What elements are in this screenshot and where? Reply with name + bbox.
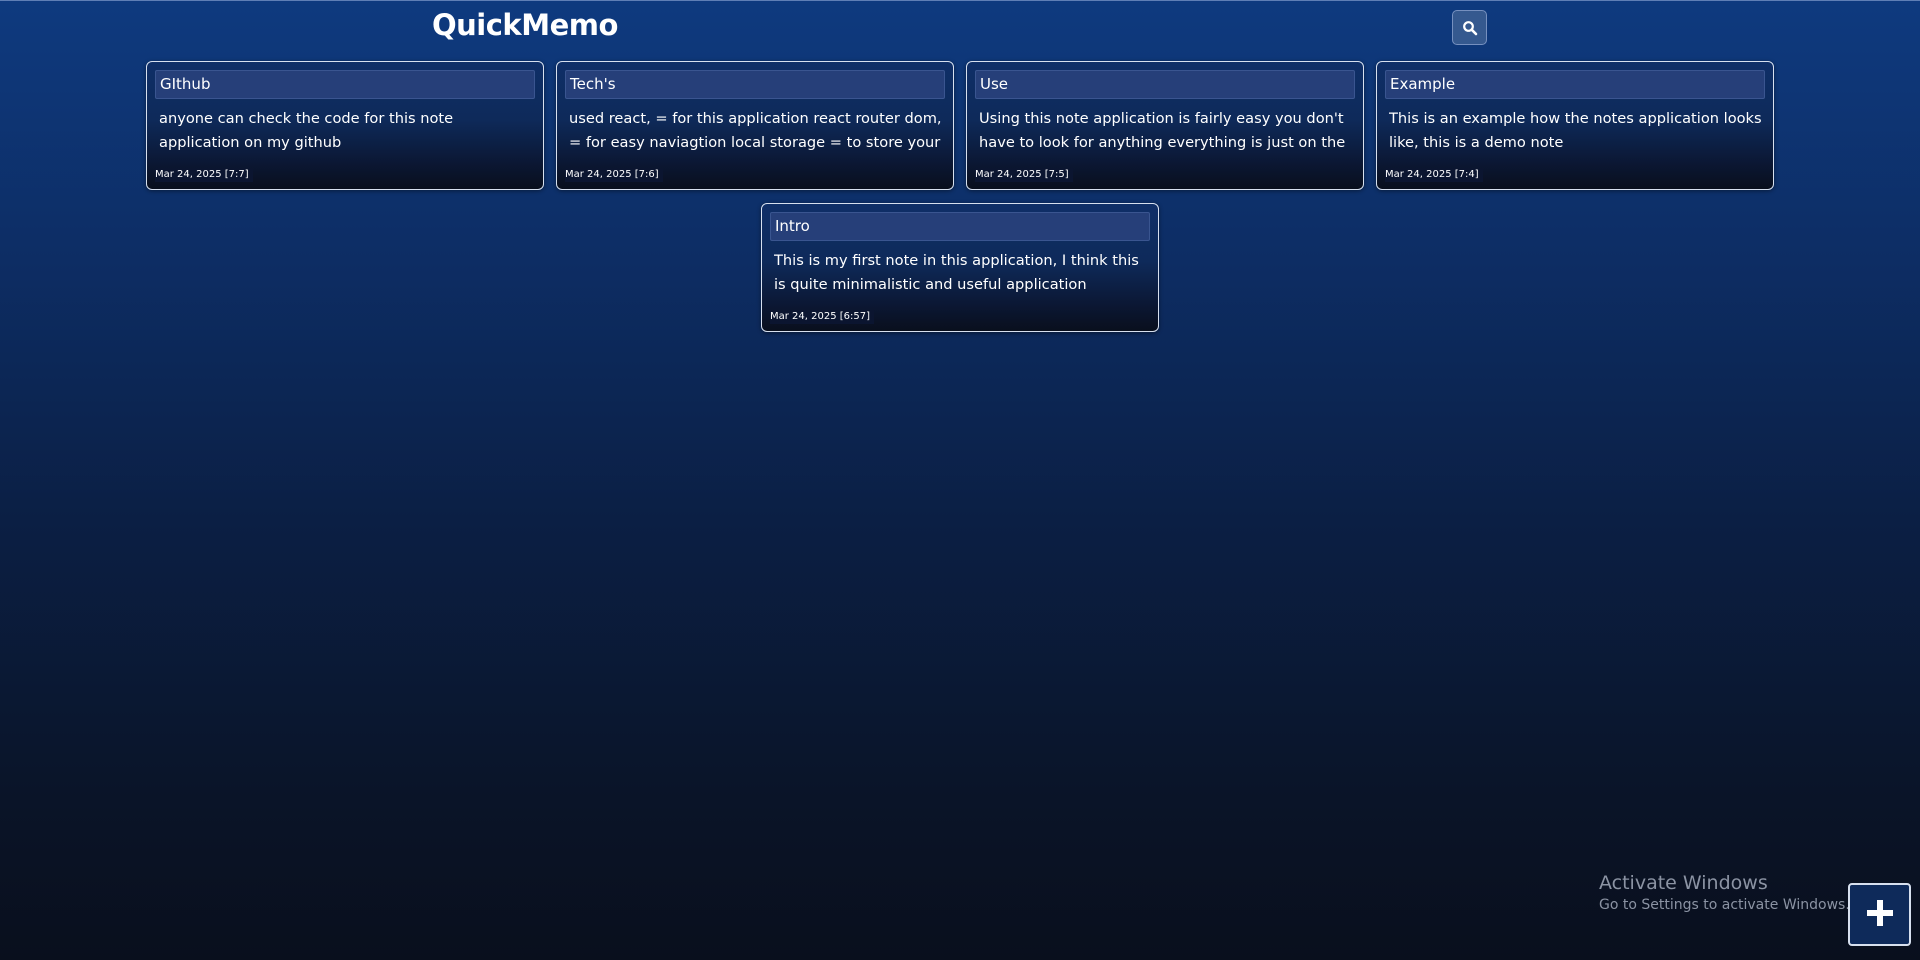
note-title[interactable]: Use [975,70,1355,99]
activate-windows-watermark: Activate Windows Go to Settings to activ… [1599,871,1850,915]
note-date: Mar 24, 2025 [7:6] [565,168,663,182]
note-title[interactable]: Example [1385,70,1765,99]
add-note-button[interactable] [1848,883,1911,946]
watermark-title: Activate Windows [1599,872,1768,894]
plus-icon [1865,898,1895,932]
note-card[interactable]: Intro This is my first note in this appl… [761,203,1159,332]
note-card[interactable]: Use Using this note application is fairl… [966,61,1364,190]
note-body[interactable]: Using this note application is fairly ea… [979,107,1357,159]
watermark-subtitle: Go to Settings to activate Windows. [1599,897,1850,913]
window-top-border [0,0,1920,1]
note-body[interactable]: This is my first note in this applicatio… [774,249,1152,301]
note-title[interactable]: GIthub [155,70,535,99]
note-date: Mar 24, 2025 [7:7] [155,168,253,182]
note-date: Mar 24, 2025 [6:57] [770,310,875,324]
search-icon [1462,20,1478,36]
search-button[interactable] [1452,10,1487,45]
note-body[interactable]: used react, = for this application react… [569,107,947,159]
note-title[interactable]: Intro [770,212,1150,241]
note-date: Mar 24, 2025 [7:4] [1385,168,1483,182]
note-body[interactable]: This is an example how the notes applica… [1389,107,1767,159]
note-card[interactable]: Tech's used react, = for this applicatio… [556,61,954,190]
app-title: QuickMemo [432,8,618,42]
note-card[interactable]: Example This is an example how the notes… [1376,61,1774,190]
note-title[interactable]: Tech's [565,70,945,99]
note-date: Mar 24, 2025 [7:5] [975,168,1073,182]
note-body[interactable]: anyone can check the code for this note … [159,107,537,159]
note-card[interactable]: GIthub anyone can check the code for thi… [146,61,544,190]
